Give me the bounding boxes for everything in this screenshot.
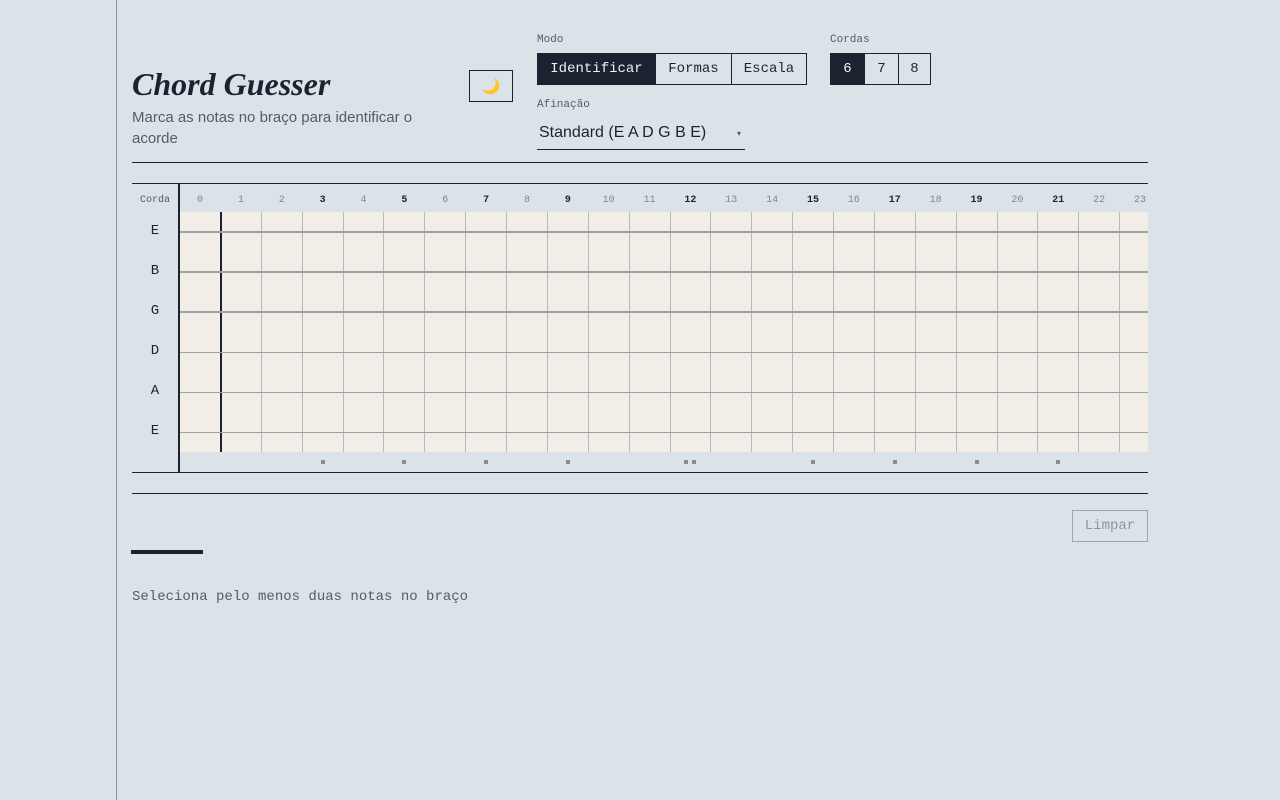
strings-option-6[interactable]: 6 — [831, 54, 864, 84]
fret-number: 14 — [766, 195, 779, 206]
fret-inlay-marker — [320, 460, 325, 464]
fret-number: 23 — [1133, 195, 1146, 206]
string-name: D — [150, 343, 160, 359]
fret-inlay-marker — [484, 460, 489, 464]
result-divider — [132, 493, 1148, 494]
fret-inlay-marker — [1056, 460, 1061, 464]
fret-wire — [260, 212, 262, 452]
fret-wire — [301, 212, 303, 452]
fret-number: 13 — [725, 195, 738, 206]
fret-number: 15 — [807, 195, 820, 206]
fret-number: 19 — [970, 195, 983, 206]
mode-selector: Identificar Formas Escala — [537, 53, 807, 85]
fret-number: 21 — [1052, 195, 1065, 206]
fret-inlay-marker — [692, 460, 697, 464]
fret-wire — [751, 212, 753, 452]
fret-number: 20 — [1011, 195, 1024, 206]
tuning-value: Standard (E A D G B E) — [539, 124, 707, 141]
fret-inlay-marker — [811, 460, 816, 464]
fret-inlay-marker — [402, 460, 407, 464]
app-subtitle: Marca as notas no braço para identificar… — [132, 109, 413, 147]
fret-inlay-marker — [892, 460, 897, 464]
string-name: E — [150, 223, 160, 239]
string-name: E — [150, 423, 160, 439]
fret-wire — [792, 212, 794, 452]
fret-number: 6 — [442, 195, 449, 206]
fret-number: 7 — [483, 195, 490, 206]
fret-wire — [710, 212, 712, 452]
fret-number: 0 — [196, 195, 203, 206]
fret-wire — [1037, 212, 1039, 452]
fret-number: 16 — [847, 195, 860, 206]
theme-toggle-button[interactable]: 🌙 — [469, 70, 513, 102]
header-divider — [132, 162, 1148, 163]
moon-icon: 🌙 — [481, 78, 501, 95]
fret-inlay-marker — [974, 460, 979, 464]
fret-inlay-marker — [565, 460, 570, 464]
fret-wire — [383, 212, 385, 452]
fret-wire — [873, 212, 875, 452]
result-hint: Seleciona pelo menos duas notas no braço — [132, 589, 469, 605]
fret-number: 8 — [523, 195, 530, 206]
guitar-string — [180, 431, 1148, 433]
app-title: Chord Guesser — [132, 66, 331, 102]
strings-count-selector: 6 7 8 — [830, 53, 931, 85]
fretboard-bottom-border — [132, 472, 1148, 473]
left-rule — [116, 0, 117, 800]
guitar-string — [180, 391, 1148, 393]
fret-wire — [914, 212, 916, 452]
guitar-string — [180, 311, 1148, 313]
fret-wire — [628, 212, 630, 452]
fret-number: 17 — [888, 195, 901, 206]
fret-wire — [955, 212, 957, 452]
string-name: A — [150, 383, 160, 399]
guitar-string — [180, 231, 1148, 233]
fret-wire — [506, 212, 508, 452]
fret-number: 2 — [278, 195, 285, 206]
fret-number: 9 — [564, 195, 571, 206]
fret-wire — [1078, 212, 1080, 452]
fretboard: Corda 0 1 2 3 4 5 6 7 8 9 10 11 12 13 14 15 16 17 18 19 20 21… — [132, 184, 1148, 472]
mode-option-escala[interactable]: Escala — [731, 54, 806, 84]
fret-wire — [342, 212, 344, 452]
fretboard-grid[interactable] — [180, 212, 1148, 452]
fret-number: 18 — [929, 195, 942, 206]
fret-number: 1 — [237, 195, 244, 206]
fret-wire — [465, 212, 467, 452]
fretboard-nut — [220, 212, 222, 452]
fret-number: 12 — [684, 195, 697, 206]
fret-wire — [669, 212, 671, 452]
fret-inlay-marker — [684, 460, 689, 464]
fret-wire — [833, 212, 835, 452]
tuning-label: Afinação — [537, 99, 590, 111]
strings-option-8[interactable]: 8 — [898, 54, 930, 84]
fret-number: 22 — [1093, 195, 1106, 206]
fret-wire — [587, 212, 589, 452]
result-accent-bar — [131, 550, 203, 554]
mode-label: Modo — [537, 34, 564, 46]
chevron-down-icon: ▾ — [736, 129, 741, 138]
fret-wire — [546, 212, 548, 452]
fret-number: 5 — [401, 195, 408, 206]
mode-option-formas[interactable]: Formas — [655, 54, 731, 84]
fret-number: 10 — [602, 195, 615, 206]
string-column-header: Corda — [139, 195, 170, 206]
guitar-string — [180, 271, 1148, 273]
fret-number: 3 — [319, 195, 326, 206]
fret-wire — [996, 212, 998, 452]
fret-header: Corda 0 1 2 3 4 5 6 7 8 9 10 11 12 13 14 15 16 17 18 19 20 21… — [132, 184, 1148, 212]
tuning-select[interactable]: Standard (E A D G B E) ▾ — [537, 117, 745, 150]
string-name: B — [150, 263, 160, 279]
fret-number: 11 — [643, 195, 656, 206]
clear-button[interactable]: Limpar — [1072, 510, 1148, 542]
mode-option-identificar[interactable]: Identificar — [538, 54, 655, 84]
strings-option-7[interactable]: 7 — [864, 54, 898, 84]
guitar-string — [180, 351, 1148, 353]
fret-wire — [1119, 212, 1121, 452]
string-name: G — [150, 303, 160, 319]
fret-number: 4 — [360, 195, 367, 206]
fret-wire — [424, 212, 426, 452]
strings-count-label: Cordas — [830, 34, 870, 46]
